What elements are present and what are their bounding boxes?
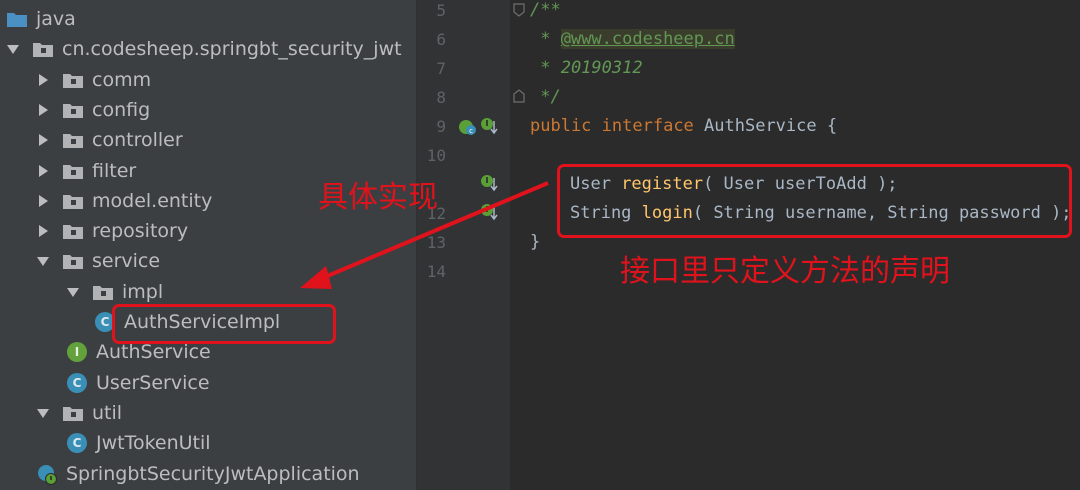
annotation-arrow [300,181,549,289]
